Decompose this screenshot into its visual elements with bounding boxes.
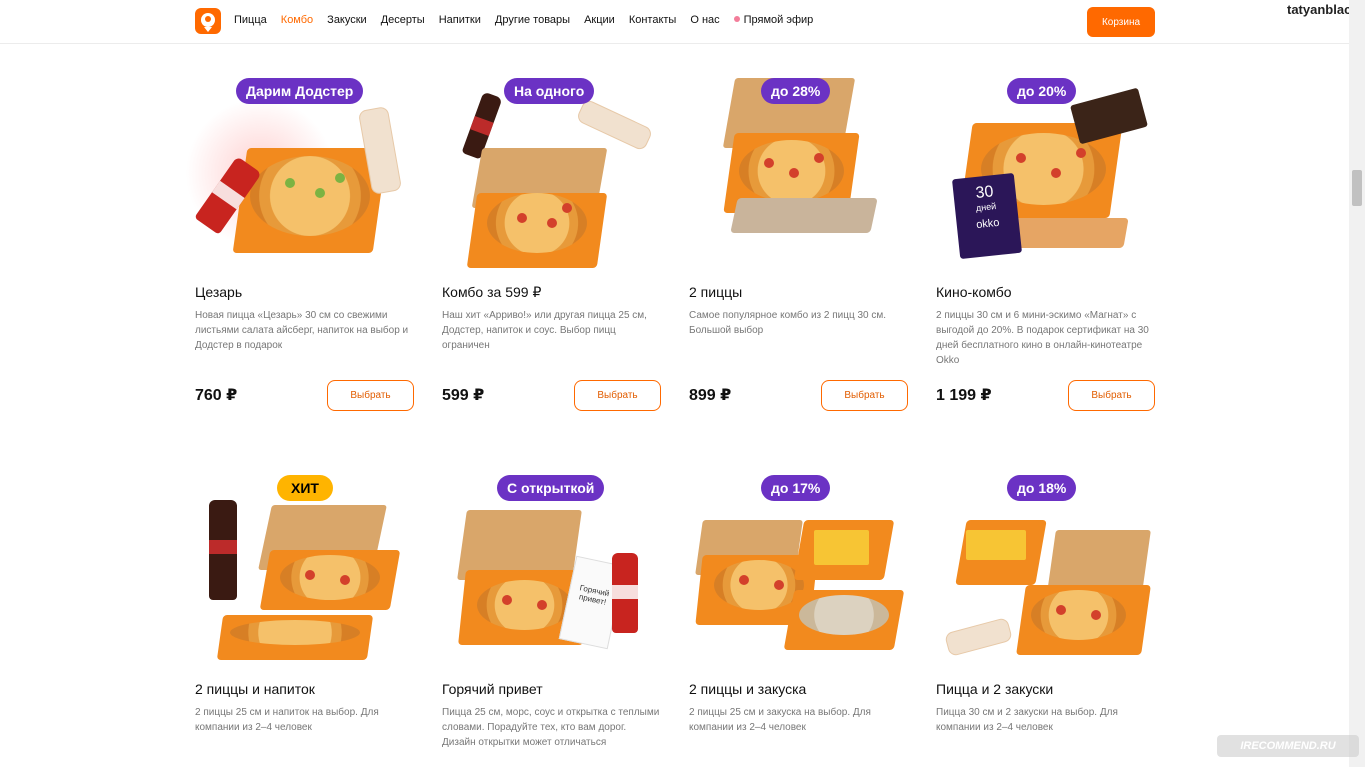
- fries-image: [966, 530, 1026, 560]
- product-price: 760 ₽: [195, 387, 238, 404]
- product-card-pizza-2-snacks[interactable]: до 18% Пицца и 2 закуски Пицца 30 см и 2…: [936, 475, 1156, 767]
- scrollbar-thumb[interactable]: [1352, 170, 1362, 206]
- pizza-image: [714, 560, 804, 610]
- pizza-image: [280, 555, 380, 600]
- okko-number: 30: [974, 183, 995, 203]
- product-description: Самое популярное комбо из 2 пицц 30 см. …: [689, 310, 887, 336]
- product-card-combo-599[interactable]: На одного Комбо за 599 ₽ Наш хит «Арриво…: [442, 78, 662, 418]
- product-description: Пицца 25 см, морс, соус и открытка с теп…: [442, 707, 660, 748]
- choose-button[interactable]: Выбрать: [574, 380, 661, 411]
- product-image[interactable]: [442, 78, 662, 278]
- product-card-hot-hello[interactable]: Горячий привет! С открыткой Горячий прив…: [442, 475, 662, 767]
- main-nav: Пицца Комбо Закуски Десерты Напитки Друг…: [234, 14, 827, 26]
- product-title: Комбо за 599 ₽: [442, 284, 542, 300]
- promo-badge: На одного: [504, 78, 595, 104]
- okko-certificate-image: 30 дней okko: [951, 172, 1023, 260]
- ice-cream-pack-image: [1070, 87, 1148, 145]
- nav-item-live[interactable]: Прямой эфир: [733, 14, 814, 26]
- product-card-2-pizzas-drink[interactable]: ХИТ 2 пиццы и напиток 2 пиццы 25 см и на…: [195, 475, 415, 767]
- product-title: Горячий привет: [442, 681, 543, 697]
- product-title: Пицца и 2 закуски: [936, 681, 1054, 697]
- choose-button[interactable]: Выбрать: [1068, 380, 1155, 411]
- product-image[interactable]: 30 дней okko: [936, 78, 1156, 278]
- product-title: Кино-комбо: [936, 284, 1012, 300]
- pizza-image: [250, 156, 370, 236]
- promo-badge: до 20%: [1007, 78, 1077, 104]
- promo-badge: до 28%: [761, 78, 831, 104]
- product-description: Наш хит «Арриво!» или другая пицца 25 см…: [442, 310, 647, 351]
- product-description: Пицца 30 см и 2 закуски на выбор. Для ко…: [936, 707, 1118, 733]
- promo-badge: С открыткой: [497, 475, 605, 501]
- nav-item-other[interactable]: Другие товары: [495, 14, 570, 26]
- nav-item-drinks[interactable]: Напитки: [439, 14, 481, 26]
- nav-item-live-label: Прямой эфир: [743, 14, 814, 26]
- product-image[interactable]: Горячий привет!: [442, 475, 662, 675]
- promo-badge: до 18%: [1007, 475, 1077, 501]
- pizza-image: [487, 193, 587, 253]
- product-description: 2 пиццы 25 см и закуска на выбор. Для ко…: [689, 707, 871, 733]
- product-card-caesar[interactable]: Дарим Додстер Цезарь Новая пицца «Цезарь…: [185, 78, 415, 418]
- promo-badge: до 17%: [761, 475, 831, 501]
- product-price: 599 ₽: [442, 387, 485, 404]
- choose-button[interactable]: Выбрать: [327, 380, 414, 411]
- dodster-image: [944, 616, 1013, 658]
- product-title: 2 пиццы: [689, 284, 743, 300]
- page-scrollbar[interactable]: [1349, 0, 1365, 767]
- product-card-2-pizzas-snack[interactable]: до 17% 2 пиццы и закуска 2 пиццы 25 см и…: [689, 475, 909, 767]
- cart-button[interactable]: Корзина: [1087, 7, 1155, 37]
- nav-item-promos[interactable]: Акции: [584, 14, 615, 26]
- pizza-image: [477, 580, 572, 630]
- product-title: 2 пиццы и закуска: [689, 681, 807, 697]
- product-image[interactable]: [195, 475, 415, 675]
- product-description: Новая пицца «Цезарь» 30 см со свежими ли…: [195, 310, 409, 351]
- okko-brand: okko: [975, 216, 1001, 232]
- watermark-logo: IRECOMMEND.RU: [1217, 735, 1359, 757]
- nav-item-pizza[interactable]: Пицца: [234, 14, 267, 26]
- nav-item-combo[interactable]: Комбо: [281, 14, 313, 26]
- dodster-image: [575, 98, 654, 152]
- fries-image: [814, 530, 869, 565]
- choose-button[interactable]: Выбрать: [821, 380, 908, 411]
- promo-badge: ХИТ: [277, 475, 333, 501]
- product-image[interactable]: [689, 475, 909, 675]
- product-card-2-pizzas[interactable]: до 28% 2 пиццы Самое популярное комбо из…: [689, 78, 909, 418]
- bottle-image: [612, 553, 638, 633]
- live-dot-icon: [733, 16, 740, 22]
- site-header: Пицца Комбо Закуски Десерты Напитки Друг…: [0, 0, 1349, 44]
- product-title: 2 пиццы и напиток: [195, 681, 315, 697]
- product-price: 899 ₽: [689, 387, 732, 404]
- pizza-image: [1031, 590, 1126, 640]
- product-image[interactable]: [185, 78, 415, 278]
- product-description: 2 пиццы 30 см и 6 мини-эскимо «Магнат» с…: [936, 310, 1149, 366]
- nav-item-contacts[interactable]: Контакты: [629, 14, 677, 26]
- nav-item-desserts[interactable]: Десерты: [381, 14, 425, 26]
- okko-days: дней: [975, 201, 997, 214]
- nav-item-about[interactable]: О нас: [690, 14, 719, 26]
- greeting-card-text: Горячий привет!: [578, 583, 611, 607]
- product-card-kino-combo[interactable]: 30 дней okko до 20% Кино-комбо 2 пиццы 3…: [936, 78, 1156, 418]
- username-label: tatyanblack: [1287, 2, 1359, 17]
- bottle-image: [209, 500, 237, 600]
- product-title: Цезарь: [195, 284, 243, 300]
- promo-badge: Дарим Додстер: [236, 78, 364, 104]
- product-price: 1 199 ₽: [936, 387, 992, 404]
- dodo-logo-icon[interactable]: [195, 8, 221, 34]
- product-description: 2 пиццы 25 см и напиток на выбор. Для ко…: [195, 707, 379, 733]
- product-image[interactable]: [936, 475, 1156, 675]
- nav-item-snacks[interactable]: Закуски: [327, 14, 367, 26]
- product-image[interactable]: [689, 78, 909, 278]
